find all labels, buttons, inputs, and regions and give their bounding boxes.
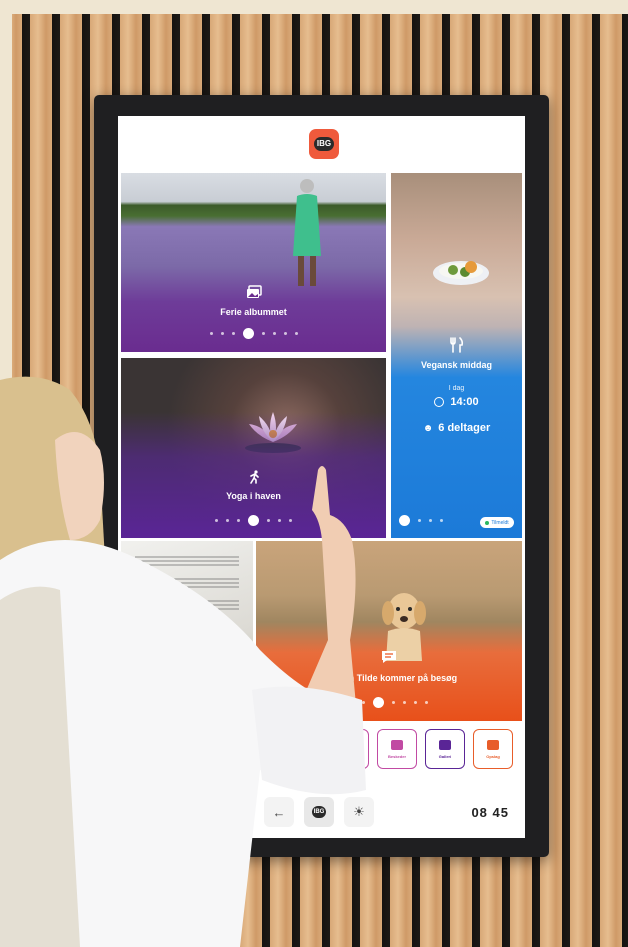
woman-touching-screen xyxy=(0,376,366,947)
